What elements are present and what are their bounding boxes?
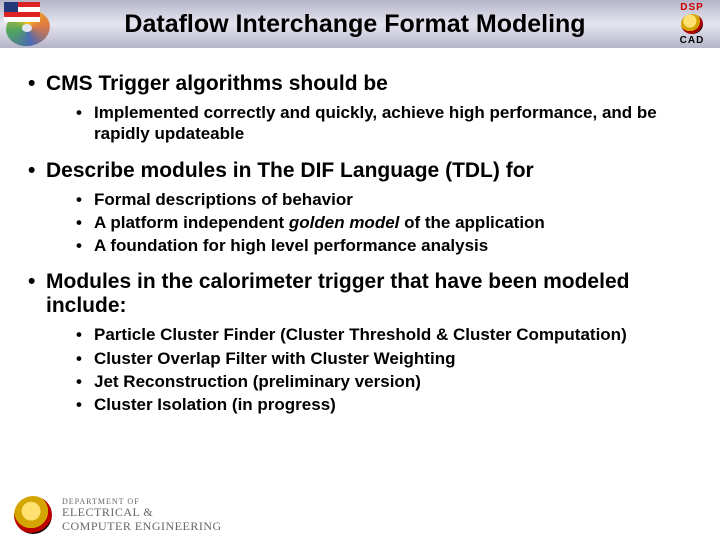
sub-bullet-item: Jet Reconstruction (preliminary version) bbox=[46, 371, 696, 392]
sub-bullet-item: Particle Cluster Finder (Cluster Thresho… bbox=[46, 324, 696, 345]
sub-bullet-item: A foundation for high level performance … bbox=[46, 235, 696, 256]
bullet-item: Describe modules in The DIF Language (TD… bbox=[24, 159, 696, 257]
dsp-label: DSP bbox=[680, 2, 704, 13]
slide-body: CMS Trigger algorithms should beImplemen… bbox=[0, 48, 720, 415]
slide-footer: DEPARTMENT OF ELECTRICAL & COMPUTER ENGI… bbox=[14, 496, 222, 534]
department-text: DEPARTMENT OF ELECTRICAL & COMPUTER ENGI… bbox=[62, 497, 222, 534]
sub-bullet-list: Implemented correctly and quickly, achie… bbox=[46, 102, 696, 145]
maryland-seal-icon bbox=[681, 14, 703, 34]
sub-bullet-item: A platform independent golden model of t… bbox=[46, 212, 696, 233]
bullet-item: Modules in the calorimeter trigger that … bbox=[24, 270, 696, 415]
cad-label: CAD bbox=[680, 35, 705, 46]
slide-title: Dataflow Interchange Format Modeling bbox=[54, 10, 664, 39]
slide-header: Dataflow Interchange Format Modeling DSP… bbox=[0, 0, 720, 48]
sub-bullet-item: Formal descriptions of behavior bbox=[46, 189, 696, 210]
sub-bullet-item: Cluster Isolation (in progress) bbox=[46, 394, 696, 415]
bullet-list: CMS Trigger algorithms should beImplemen… bbox=[24, 72, 696, 415]
sub-bullet-item: Implemented correctly and quickly, achie… bbox=[46, 102, 696, 145]
bullet-item: CMS Trigger algorithms should beImplemen… bbox=[24, 72, 696, 145]
sub-bullet-list: Formal descriptions of behaviorA platfor… bbox=[46, 189, 696, 257]
flag-cd-badge bbox=[4, 2, 54, 46]
sub-bullet-list: Particle Cluster Finder (Cluster Thresho… bbox=[46, 324, 696, 415]
dspcad-badge: DSP CAD bbox=[664, 2, 720, 46]
university-seal-icon bbox=[14, 496, 52, 534]
sub-bullet-item: Cluster Overlap Filter with Cluster Weig… bbox=[46, 348, 696, 369]
